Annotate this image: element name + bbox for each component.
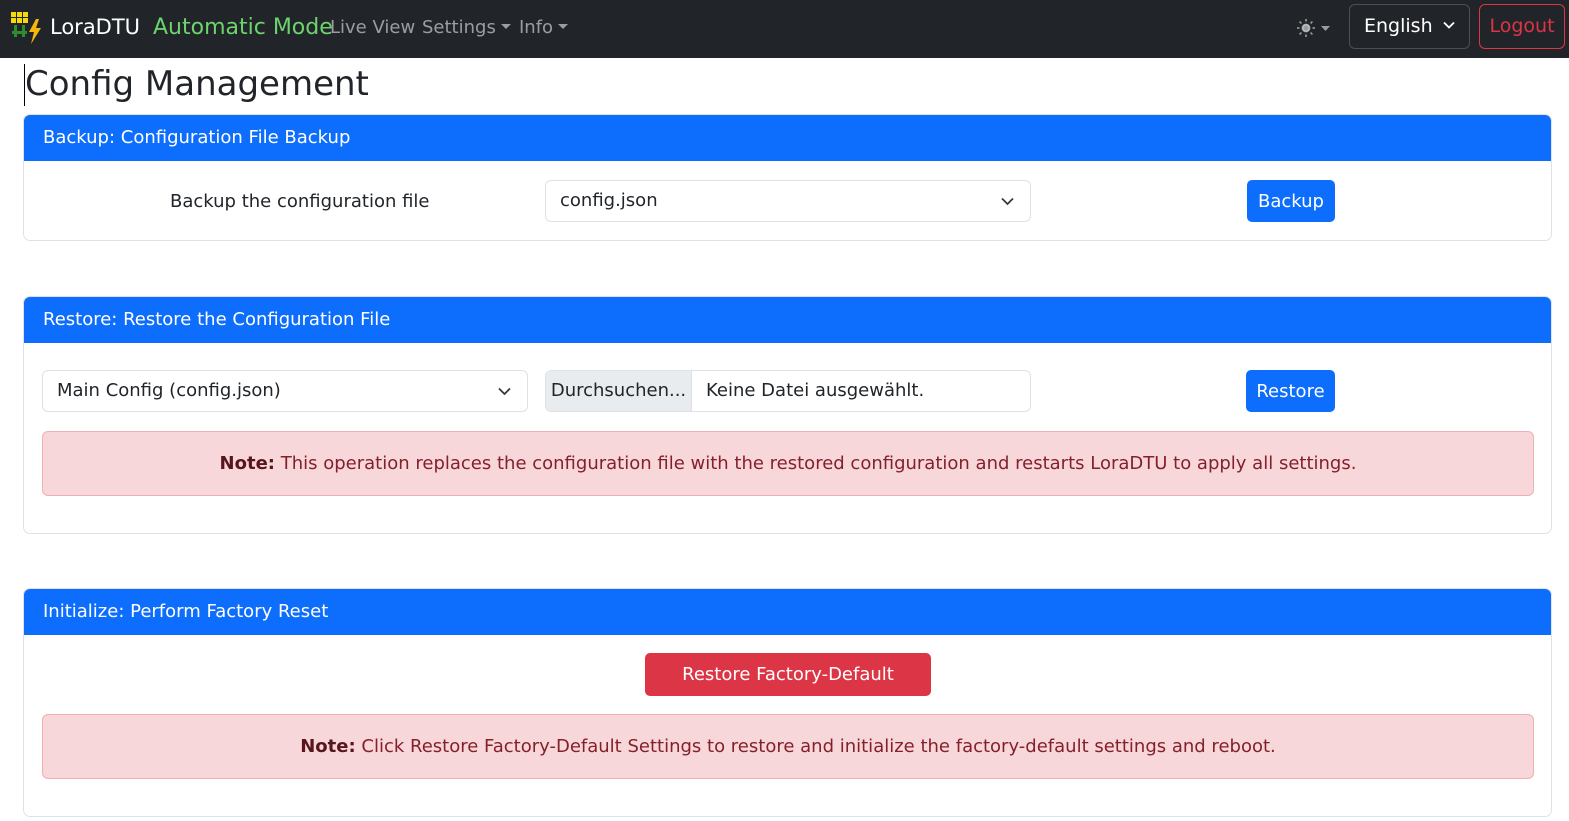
restore-note-label: Note: [219,453,275,474]
chevron-down-icon [1443,21,1455,29]
browse-button[interactable]: Durchsuchen... [546,371,692,411]
factory-reset-button[interactable]: Restore Factory-Default Settings [645,653,931,728]
restore-note-text: This operation replaces the configuratio… [275,453,1357,474]
nav-settings-dropdown[interactable]: Settings [422,17,511,39]
factory-reset-note-text: Click Restore Factory-Default Settings t… [355,736,1276,757]
nav-live-view[interactable]: Live View [330,17,415,39]
file-name-text: Keine Datei ausgewählt. [706,380,925,401]
top-navbar: LoraDTU Automatic Mode Live View Setting… [0,0,1569,58]
nav-info-label: Info [519,17,554,38]
caret-down-icon [500,24,511,29]
restore-button[interactable]: Restore [1246,370,1335,412]
sun-icon [1297,19,1315,37]
restore-card-body: Main Config (config.json) Durchsuchen...… [24,343,1551,533]
brand-name[interactable]: LoraDTU [50,14,140,40]
restore-config-selected: Main Config (config.json) [57,380,281,401]
backup-card-body: Backup the configuration file config.jso… [24,161,1551,240]
solar-panel-bolt-icon[interactable] [10,11,46,45]
chevron-down-icon [1001,197,1014,206]
restore-card-header: Restore: Restore the Configuration File [24,297,1551,343]
restore-card: Restore: Restore the Configuration File … [23,296,1552,534]
backup-label: Backup the configuration file [170,191,430,212]
caret-down-icon [558,24,569,29]
initialize-card-header: Initialize: Perform Factory Reset [24,589,1551,635]
theme-toggle[interactable] [1295,16,1331,40]
language-select[interactable]: English [1349,4,1470,49]
factory-reset-note-alert: Note: Click Restore Factory-Default Sett… [42,714,1534,779]
logout-button[interactable]: Logout [1479,4,1565,49]
restore-file-input[interactable]: Durchsuchen... Keine Datei ausgewählt. [545,370,1031,412]
backup-card-header: Backup: Configuration File Backup [24,115,1551,161]
initialize-card-body: Restore Factory-Default Settings Note: C… [24,635,1551,816]
mode-indicator: Automatic Mode [153,15,333,40]
backup-file-selected: config.json [560,190,658,211]
caret-down-icon [1321,26,1330,31]
backup-file-select[interactable]: config.json [545,180,1031,222]
language-selected: English [1364,15,1433,37]
backup-card: Backup: Configuration File Backup Backup… [23,114,1552,241]
nav-info-dropdown[interactable]: Info [519,17,569,39]
chevron-down-icon [498,387,511,396]
page-title: Config Management [25,64,369,104]
nav-settings-label: Settings [422,17,496,38]
backup-button[interactable]: Backup [1247,180,1335,222]
restore-config-select[interactable]: Main Config (config.json) [42,370,528,412]
nav-live-view-label: Live View [330,17,416,38]
factory-reset-note-label: Note: [300,736,356,757]
initialize-card: Initialize: Perform Factory Reset Restor… [23,588,1552,817]
restore-note-alert: Note: This operation replaces the config… [42,431,1534,496]
